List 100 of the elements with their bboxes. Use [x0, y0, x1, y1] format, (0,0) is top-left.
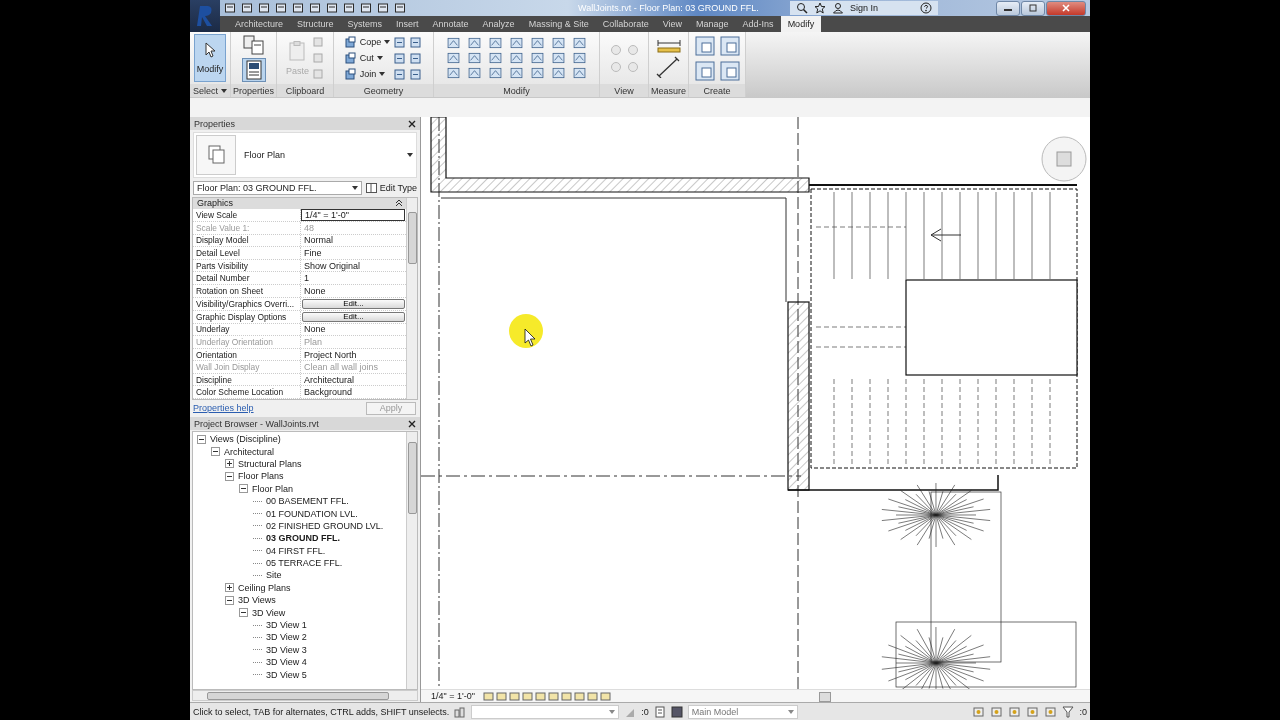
close-icon[interactable] — [408, 419, 416, 428]
panel-label[interactable]: Measure — [651, 85, 686, 96]
view-control-icon[interactable] — [547, 690, 559, 702]
ribbon-tab[interactable]: Modify — [780, 16, 822, 32]
group-header[interactable]: Graphics — [197, 198, 233, 209]
tree-item[interactable]: 02 FINISHED GROUND LVL. — [265, 520, 385, 531]
tree-item[interactable]: Floor Plans — [237, 471, 285, 482]
tool-icon[interactable] — [446, 66, 461, 80]
toolbar-icon[interactable] — [258, 2, 270, 14]
type-selector[interactable]: Floor Plan — [193, 132, 417, 178]
expander-icon[interactable] — [211, 447, 220, 457]
tree-item[interactable]: Site — [265, 570, 283, 581]
minimize-button[interactable] — [996, 0, 1020, 16]
ribbon-tab[interactable]: View — [655, 16, 690, 32]
tree-item[interactable]: 3D View 3 — [265, 644, 308, 655]
tool-icon[interactable] — [509, 36, 524, 50]
tool-icon[interactable] — [509, 51, 524, 65]
expander-icon[interactable] — [225, 459, 234, 469]
view-control-icon[interactable] — [599, 690, 611, 702]
tool-icon[interactable] — [467, 36, 482, 50]
tool-icon[interactable] — [509, 66, 524, 80]
tool-icon[interactable] — [409, 35, 423, 49]
tool-icon[interactable] — [488, 51, 503, 65]
edit-type-button[interactable]: Edit Type — [365, 183, 417, 193]
properties-icon[interactable] — [241, 58, 266, 82]
expander-icon[interactable] — [239, 484, 248, 494]
toolbar-icon[interactable] — [360, 2, 372, 14]
tree-item[interactable]: 03 GROUND FFL. — [265, 533, 341, 544]
search-icon[interactable] — [796, 2, 808, 14]
view-control-icon[interactable] — [573, 690, 585, 702]
ribbon-tab[interactable]: Add-Ins — [735, 16, 781, 32]
tool-icon[interactable] — [488, 66, 503, 80]
scrollbar[interactable] — [406, 432, 417, 689]
toolbar-icon[interactable] — [326, 2, 338, 14]
tree-item[interactable]: Views (Discipline) — [209, 434, 282, 445]
expander-icon[interactable] — [197, 434, 206, 444]
tree-item[interactable]: Architectural — [223, 446, 276, 457]
sign-in-link[interactable]: Sign In — [850, 3, 879, 13]
geometry-button[interactable]: Cut — [344, 51, 383, 65]
tree-item[interactable]: Structural Plans — [237, 458, 303, 469]
edit-button[interactable]: Edit... — [302, 298, 405, 309]
geometry-button[interactable]: Cope — [344, 35, 391, 49]
tree-item[interactable]: Ceiling Plans — [237, 582, 292, 593]
expander-icon[interactable] — [239, 608, 248, 618]
tree-item[interactable]: Floor Plan — [251, 483, 295, 494]
close-icon[interactable] — [408, 119, 416, 128]
ribbon-tab[interactable]: Annotate — [425, 16, 476, 32]
toolbar-icon[interactable] — [377, 2, 389, 14]
tree-item[interactable]: 00 BASEMENT FFL. — [265, 496, 350, 507]
tool-icon[interactable] — [551, 51, 566, 65]
tool-icon[interactable] — [393, 35, 407, 49]
view-control-icon[interactable] — [495, 690, 507, 702]
tool-icon[interactable] — [409, 51, 423, 65]
tree-item[interactable]: 3D Views — [237, 595, 277, 606]
view-scale-button[interactable]: 1/4" = 1'-0" — [431, 691, 475, 701]
tool-icon[interactable] — [393, 67, 407, 81]
tool-icon[interactable] — [409, 67, 423, 81]
tree-item[interactable]: 3D View 4 — [265, 657, 308, 668]
selection-option-icon[interactable] — [972, 705, 986, 718]
panel-label[interactable]: Properties — [233, 85, 274, 96]
ribbon-tab[interactable]: Structure — [290, 16, 341, 32]
worksets-icon[interactable] — [454, 705, 467, 718]
tree-item[interactable]: 3D View 2 — [265, 632, 308, 643]
tool-icon[interactable] — [467, 51, 482, 65]
selection-option-icon[interactable] — [1008, 705, 1022, 718]
toolbar-icon[interactable] — [309, 2, 321, 14]
tree-item[interactable]: 05 TERRACE FFL. — [265, 558, 344, 569]
tool-icon[interactable] — [530, 51, 545, 65]
ribbon-tab[interactable]: Insert — [389, 16, 426, 32]
toolbar-icon[interactable] — [292, 2, 304, 14]
view-control-icon[interactable] — [560, 690, 572, 702]
view-control-icon[interactable] — [521, 690, 533, 702]
expander-icon[interactable] — [225, 583, 234, 593]
ribbon-tab[interactable]: Systems — [340, 16, 390, 32]
selection-option-icon[interactable] — [990, 705, 1004, 718]
value-field[interactable]: 1/4" = 1'-0" — [301, 208, 405, 221]
tool-icon[interactable] — [530, 66, 545, 80]
ribbon-tab[interactable]: Massing & Site — [521, 16, 596, 32]
view-control-icon[interactable] — [534, 690, 546, 702]
measure-icon[interactable] — [655, 56, 682, 78]
edit-button[interactable]: Edit... — [302, 311, 405, 322]
toolbar-icon[interactable] — [224, 2, 236, 14]
toolbar-icon[interactable] — [394, 2, 406, 14]
selection-option-icon[interactable] — [1044, 705, 1058, 718]
tree-item[interactable]: 01 FOUNDATION LVL. — [265, 508, 359, 519]
ribbon-tab[interactable]: Analyze — [475, 16, 522, 32]
tool-icon[interactable] — [572, 66, 587, 80]
instance-dropdown[interactable]: Floor Plan: 03 GROUND FFL. — [193, 181, 362, 195]
list-icon[interactable] — [653, 705, 666, 718]
ribbon-tab[interactable]: Manage — [689, 16, 736, 32]
tree-item[interactable]: 04 FIRST FFL. — [265, 545, 327, 556]
properties-help-link[interactable]: Properties help — [193, 403, 254, 413]
selection-option-icon[interactable] — [1026, 705, 1040, 718]
toolbar-icon[interactable] — [343, 2, 355, 14]
ribbon-tab[interactable]: Collaborate — [595, 16, 656, 32]
scrollbar[interactable] — [192, 690, 418, 701]
tool-icon[interactable] — [488, 36, 503, 50]
tool-icon[interactable] — [467, 66, 482, 80]
filter-icon[interactable] — [1062, 705, 1075, 718]
tool-icon[interactable] — [551, 36, 566, 50]
